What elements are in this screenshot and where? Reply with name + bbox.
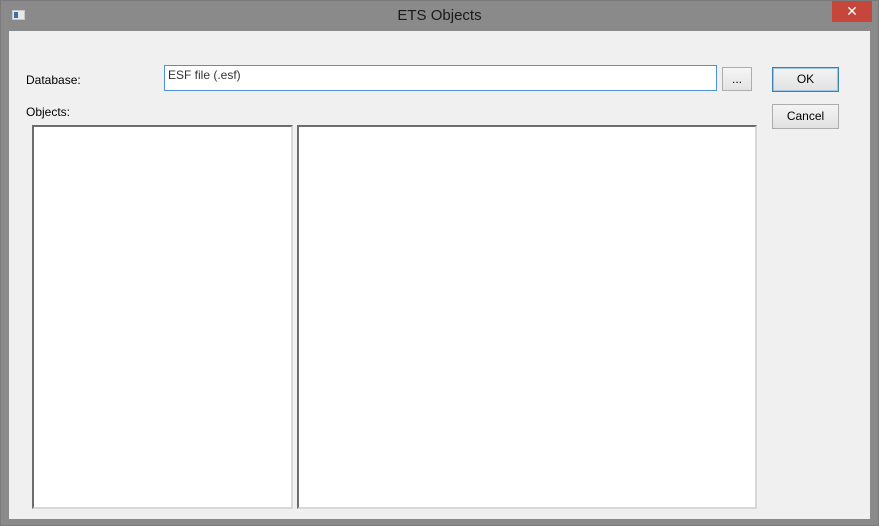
title-bar[interactable]: ETS Objects ✕: [1, 1, 878, 31]
dialog-client-area: Database: ... Objects: OK Cancel: [9, 31, 870, 519]
object-detail-list[interactable]: [297, 125, 757, 509]
database-input[interactable]: [164, 65, 717, 91]
object-tree-list[interactable]: [32, 125, 293, 509]
window-title: ETS Objects: [397, 7, 482, 24]
browse-button[interactable]: ...: [722, 67, 752, 91]
ets-objects-dialog: ETS Objects ✕ Database: ... Objects: OK …: [0, 0, 879, 526]
database-label: Database:: [26, 73, 81, 87]
cancel-button[interactable]: Cancel: [772, 104, 839, 129]
ok-button[interactable]: OK: [772, 67, 839, 92]
close-button[interactable]: ✕: [832, 1, 872, 22]
close-icon: ✕: [846, 3, 858, 19]
objects-label: Objects:: [26, 105, 71, 119]
